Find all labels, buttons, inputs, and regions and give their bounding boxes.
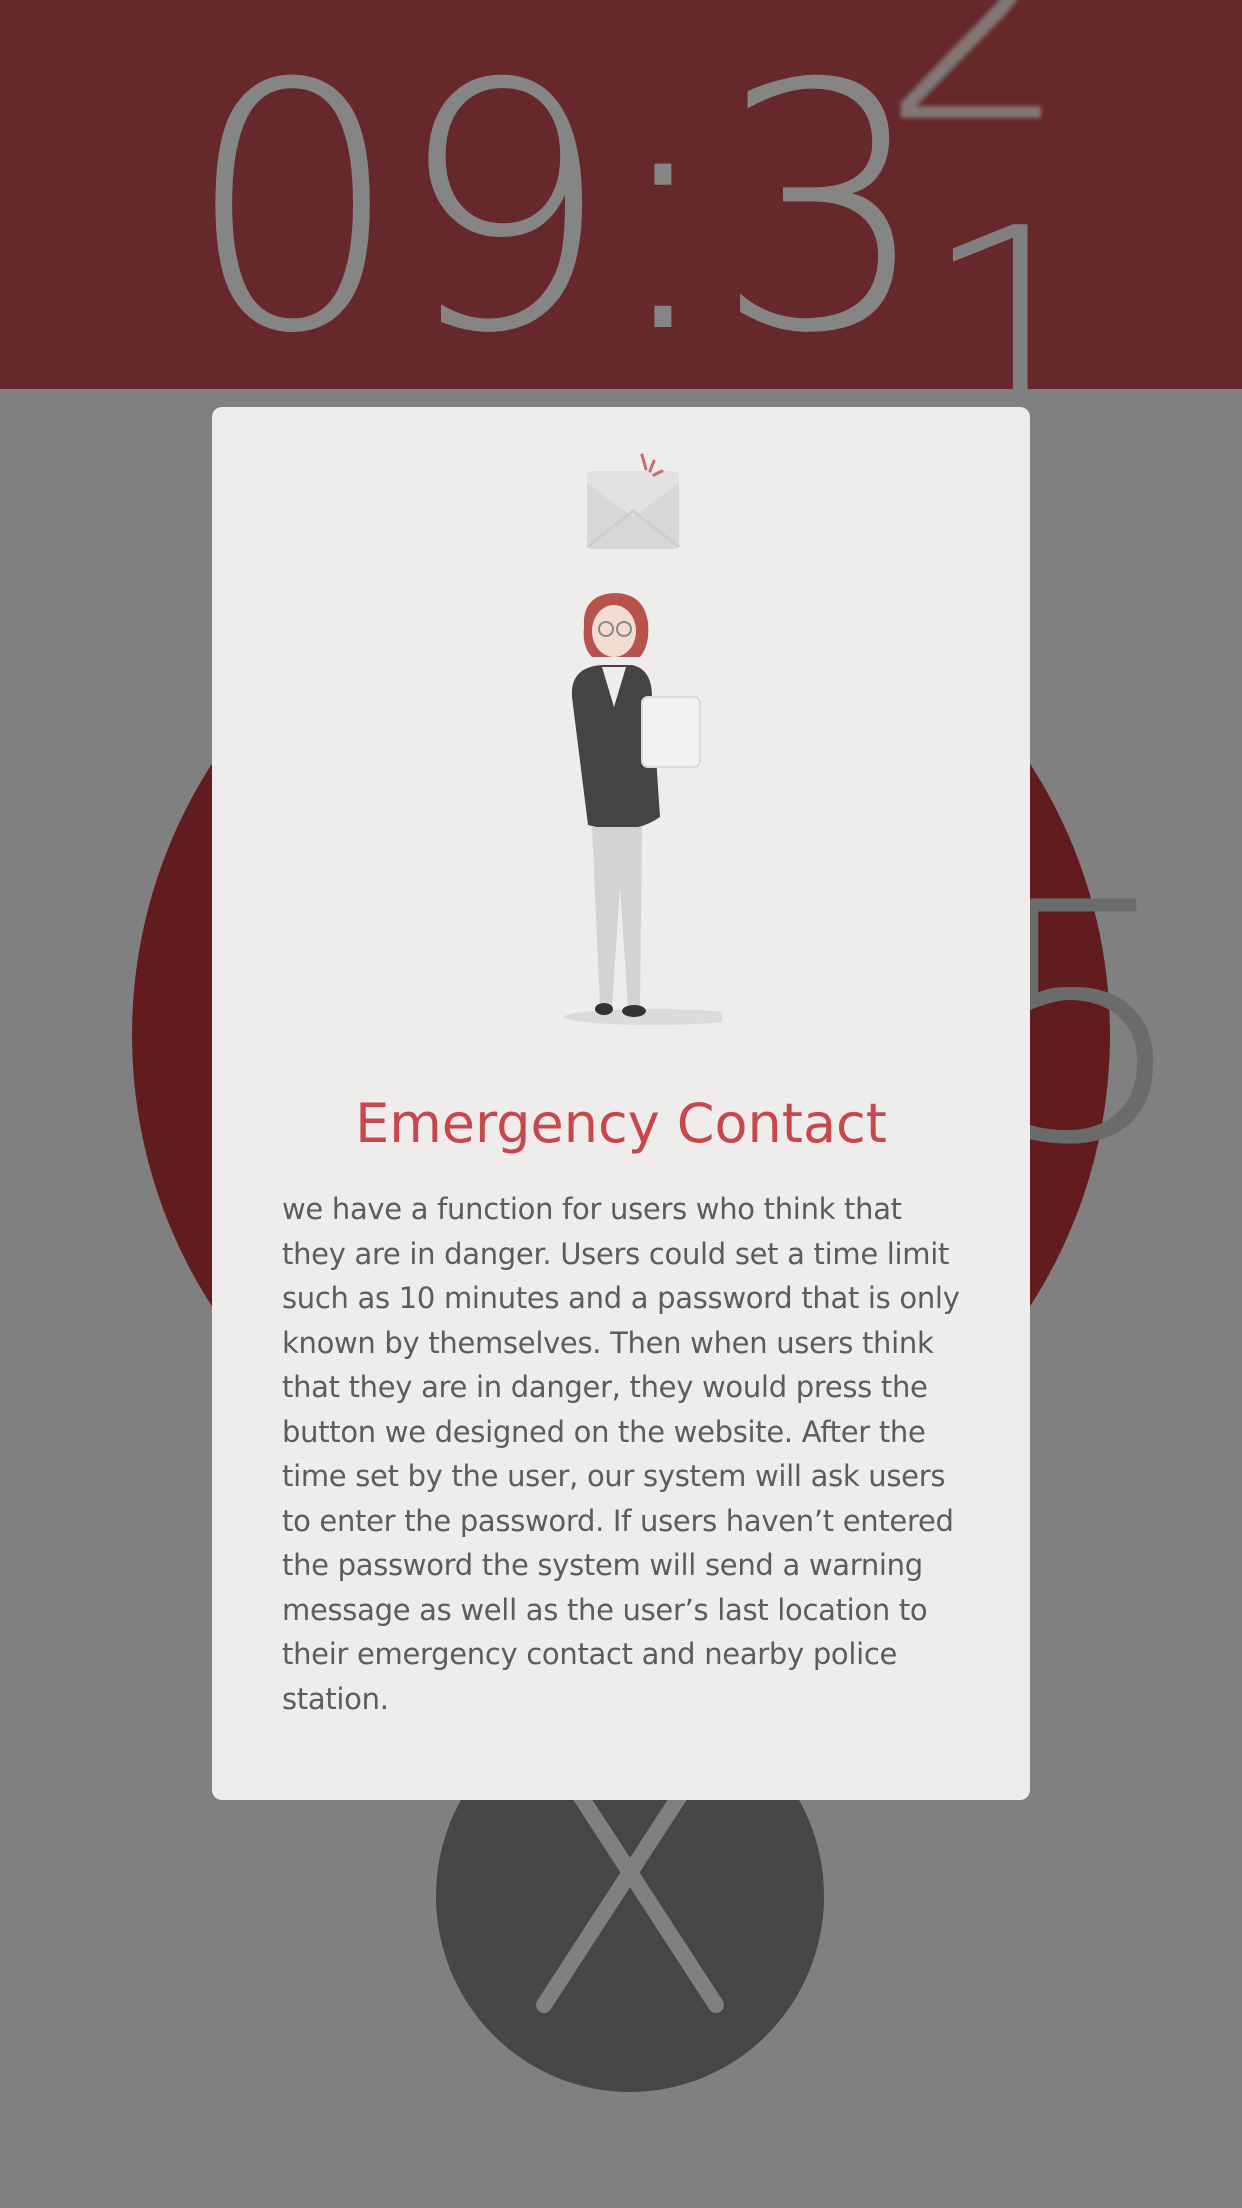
clock-current-digit: 1 — [920, 190, 1040, 400]
envelope-icon — [586, 453, 680, 549]
modal-title: Emergency Contact — [355, 1092, 887, 1155]
emergency-contact-modal: Emergency Contact we have a function for… — [212, 407, 1030, 1800]
modal-description: we have a function for users who think t… — [282, 1192, 960, 1716]
app-screen: 09:3 2 1 5 — [0, 0, 1242, 2208]
woman-reading-letter-illustration — [564, 593, 722, 1025]
clock-time: 09:3 — [185, 12, 931, 408]
clock-next-digit: 2 — [880, 0, 1060, 155]
clock-header: 09:3 2 1 — [0, 0, 1242, 408]
